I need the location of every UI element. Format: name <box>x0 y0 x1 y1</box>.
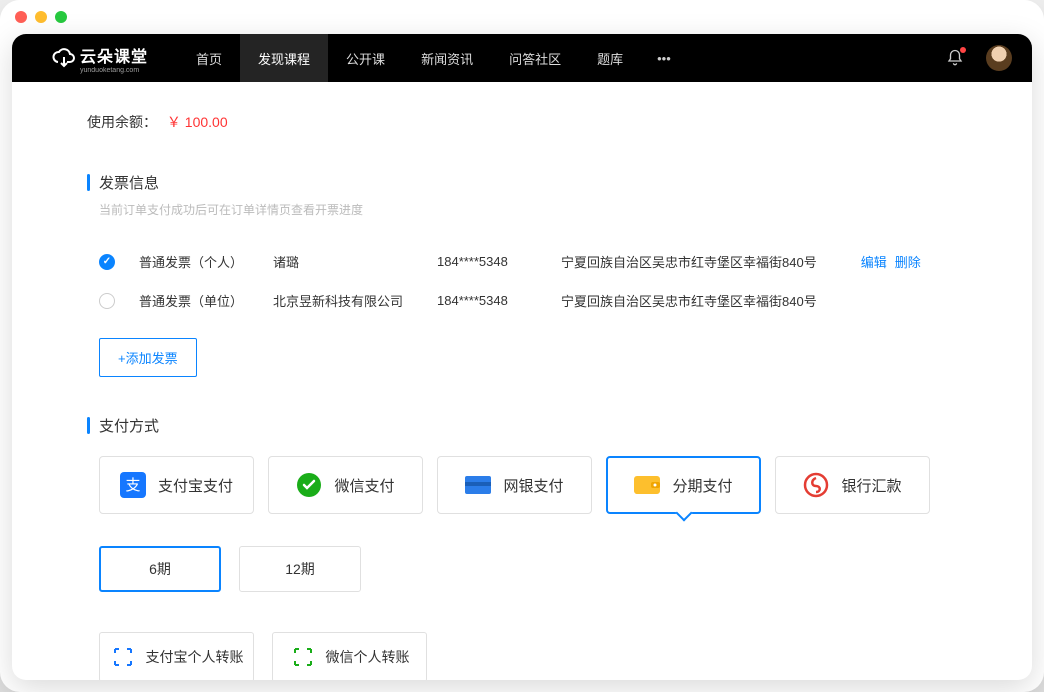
app-inner: 云朵课堂 yunduoketang.com 首页 发现课程 公开课 新闻资讯 问… <box>12 34 1032 680</box>
add-invoice-button[interactable]: +添加发票 <box>99 338 197 377</box>
payment-section-title: 支付方式 <box>87 415 957 436</box>
installment-options: 6期 12期 <box>87 546 957 592</box>
invoice-radio-company[interactable] <box>99 293 115 309</box>
invoice-name: 北京昱新科技有限公司 <box>273 291 413 310</box>
invoice-section-title: 发票信息 <box>87 172 957 193</box>
app-window: 云朵课堂 yunduoketang.com 首页 发现课程 公开课 新闻资讯 问… <box>0 0 1044 692</box>
nav-news[interactable]: 新闻资讯 <box>403 34 491 82</box>
invoice-address: 宁夏回族自治区吴忠市红寺堡区幸福街840号 <box>561 252 817 271</box>
installment-12[interactable]: 12期 <box>239 546 361 592</box>
balance-label: 使用余额： <box>87 114 157 130</box>
pay-method-wechat[interactable]: 微信支付 <box>268 456 423 514</box>
pay-method-label: 微信支付 <box>334 475 394 496</box>
invoice-section-subtitle: 当前订单支付成功后可在订单详情页查看开票进度 <box>87 201 957 218</box>
invoice-delete-link[interactable]: 删除 <box>895 252 921 271</box>
balance-value: ￥ 100.00 <box>167 114 228 130</box>
pay-method-label: 分期支付 <box>672 475 732 496</box>
window-titlebar <box>0 0 1044 34</box>
pay-method-wire[interactable]: 银行汇款 <box>775 456 930 514</box>
invoice-phone: 184****5348 <box>437 254 537 269</box>
bank-transfer-icon <box>803 472 829 498</box>
pay-method-bank[interactable]: 网银支付 <box>437 456 592 514</box>
transfer-label: 微信个人转账 <box>326 647 410 667</box>
pay-method-alipay[interactable]: 支 支付宝支付 <box>99 456 254 514</box>
transfer-options: 支付宝个人转账 微信个人转账 <box>87 632 957 680</box>
invoice-type: 普通发票（单位） <box>139 291 249 310</box>
alipay-icon: 支 <box>120 472 146 498</box>
nav-bank[interactable]: 题库 <box>579 34 641 82</box>
wechat-transfer-icon <box>290 644 316 670</box>
transfer-label: 支付宝个人转账 <box>146 647 244 667</box>
invoice-edit-link[interactable]: 编辑 <box>861 252 887 271</box>
transfer-wechat[interactable]: 微信个人转账 <box>272 632 427 680</box>
invoice-type: 普通发票（个人） <box>139 252 249 271</box>
user-avatar[interactable] <box>986 45 1012 71</box>
nav-home[interactable]: 首页 <box>178 34 240 82</box>
notification-badge <box>960 47 966 53</box>
invoice-row-personal: 普通发票（个人） 诸璐 184****5348 宁夏回族自治区吴忠市红寺堡区幸福… <box>87 242 957 281</box>
cloud-logo-icon <box>52 46 76 70</box>
window-close-button[interactable] <box>15 11 27 23</box>
invoice-name: 诸璐 <box>273 252 413 271</box>
main-content: 使用余额： ￥ 100.00 发票信息 当前订单支付成功后可在订单详情页查看开票… <box>12 82 1032 680</box>
balance-row: 使用余额： ￥ 100.00 <box>87 112 957 132</box>
invoice-row-company: 普通发票（单位） 北京昱新科技有限公司 184****5348 宁夏回族自治区吴… <box>87 281 957 320</box>
wechat-icon <box>296 472 322 498</box>
logo-text: 云朵课堂 <box>80 49 148 66</box>
svg-text:支: 支 <box>125 477 140 494</box>
nav-more-icon[interactable]: ••• <box>641 34 687 82</box>
logo-subtitle: yunduoketang.com <box>80 67 148 74</box>
window-minimize-button[interactable] <box>35 11 47 23</box>
invoice-address: 宁夏回族自治区吴忠市红寺堡区幸福街840号 <box>561 291 817 310</box>
app-header: 云朵课堂 yunduoketang.com 首页 发现课程 公开课 新闻资讯 问… <box>12 34 1032 82</box>
invoice-radio-personal[interactable] <box>99 254 115 270</box>
bank-card-icon <box>465 472 491 498</box>
nav-discover[interactable]: 发现课程 <box>240 34 328 82</box>
payment-methods: 支 支付宝支付 微信支付 网银支付 <box>87 456 957 514</box>
pay-method-installment[interactable]: 分期支付 <box>606 456 761 514</box>
wallet-icon <box>634 472 660 498</box>
invoice-phone: 184****5348 <box>437 293 537 308</box>
alipay-transfer-icon <box>110 644 136 670</box>
nav-public[interactable]: 公开课 <box>328 34 403 82</box>
pay-method-label: 网银支付 <box>503 475 563 496</box>
main-nav: 首页 发现课程 公开课 新闻资讯 问答社区 题库 ••• <box>178 34 687 82</box>
nav-qa[interactable]: 问答社区 <box>491 34 579 82</box>
notification-bell-icon[interactable] <box>946 49 964 67</box>
window-zoom-button[interactable] <box>55 11 67 23</box>
transfer-alipay[interactable]: 支付宝个人转账 <box>99 632 254 680</box>
logo[interactable]: 云朵课堂 yunduoketang.com <box>52 43 148 74</box>
pay-method-label: 支付宝支付 <box>158 475 233 496</box>
installment-6[interactable]: 6期 <box>99 546 221 592</box>
pay-method-label: 银行汇款 <box>841 475 901 496</box>
